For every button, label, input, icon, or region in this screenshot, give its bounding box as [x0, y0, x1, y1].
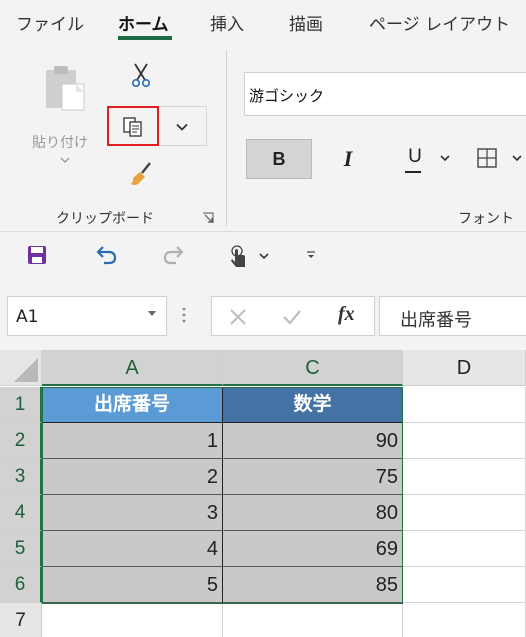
chevron-down-icon[interactable] [60, 156, 70, 164]
italic-button[interactable]: I [336, 146, 360, 172]
cell-d5[interactable] [403, 531, 526, 567]
row-header-1[interactable]: 1 [0, 387, 42, 423]
cell-a3[interactable]: 2 [42, 459, 223, 495]
row-header-2[interactable]: 2 [0, 423, 42, 459]
cell-c1[interactable]: 数学 [223, 387, 403, 423]
resize-handle-icon[interactable] [182, 307, 186, 323]
quick-access-toolbar [0, 232, 526, 280]
ribbon-tabs: ファイル ホーム 挿入 描画 ページ レイアウト [0, 0, 526, 42]
paste-button[interactable] [26, 60, 106, 200]
copy-icon [123, 117, 142, 137]
cell-a2[interactable]: 1 [42, 423, 223, 459]
chevron-down-icon[interactable] [512, 154, 522, 162]
insert-function-button[interactable]: fx [338, 303, 355, 326]
formula-buttons: fx [211, 296, 375, 336]
column-header-d[interactable]: D [403, 350, 526, 386]
cell-d3[interactable] [403, 459, 526, 495]
cell-c7[interactable] [223, 603, 403, 637]
save-icon[interactable] [26, 244, 48, 266]
cell-a1[interactable]: 出席番号 [42, 387, 223, 423]
tab-draw[interactable]: 描画 [289, 10, 323, 35]
cell-d2[interactable] [403, 423, 526, 459]
tab-insert[interactable]: 挿入 [210, 10, 244, 35]
clipboard-group-label: クリップボード [56, 211, 154, 227]
font-group-label: フォント [458, 211, 514, 227]
column-header-a[interactable]: A [42, 350, 223, 386]
row-header-3[interactable]: 3 [0, 459, 42, 495]
cell-d4[interactable] [403, 495, 526, 531]
clipboard-icon [46, 66, 85, 111]
formula-bar: A1 fx 出席番号 [0, 280, 526, 350]
row-header-5[interactable]: 5 [0, 531, 42, 567]
copy-button[interactable] [107, 106, 159, 146]
cut-button[interactable] [128, 62, 154, 88]
cell-d7[interactable] [403, 603, 526, 637]
name-box[interactable]: A1 [7, 296, 167, 336]
paintbrush-icon [131, 162, 151, 185]
formula-value: 出席番号 [400, 310, 472, 331]
cell-c5[interactable]: 69 [223, 531, 403, 567]
cell-c6[interactable]: 85 [223, 567, 403, 603]
format-painter-button[interactable] [128, 160, 156, 188]
row-header-7[interactable]: 7 [0, 603, 42, 637]
column-header-c[interactable]: C [223, 350, 403, 386]
formula-input[interactable]: 出席番号 [379, 296, 526, 336]
chevron-down-icon[interactable] [259, 252, 269, 260]
ribbon: 貼り付け クリップボード 游ゴシック B I U フォント [0, 42, 526, 232]
copy-options-dropdown[interactable] [159, 106, 207, 146]
customize-icon[interactable] [306, 250, 316, 260]
spreadsheet-grid: A C D 1 2 3 4 5 6 7 出席番号 数学 1 90 2 75 3 … [0, 350, 526, 637]
scissors-icon [132, 63, 151, 87]
touch-mode-icon[interactable] [228, 244, 250, 268]
cancel-icon[interactable] [229, 308, 247, 326]
cell-c4[interactable]: 80 [223, 495, 403, 531]
cell-a5[interactable]: 4 [42, 531, 223, 567]
tab-file[interactable]: ファイル [16, 10, 84, 35]
tab-home[interactable]: ホーム [118, 10, 169, 35]
enter-check-icon[interactable] [282, 308, 302, 326]
row-header-4[interactable]: 4 [0, 495, 42, 531]
dialog-launcher-icon[interactable] [202, 212, 214, 224]
cell-d6[interactable] [403, 567, 526, 603]
redo-icon[interactable] [162, 244, 186, 266]
chevron-down-icon [176, 123, 188, 131]
cell-a4[interactable]: 3 [42, 495, 223, 531]
row-header-6[interactable]: 6 [0, 567, 42, 603]
cell-a6[interactable]: 5 [42, 567, 223, 603]
name-box-value: A1 [16, 307, 39, 327]
cell-c2[interactable]: 90 [223, 423, 403, 459]
underline-button[interactable]: U [404, 146, 426, 172]
bold-button[interactable]: B [246, 139, 312, 179]
paste-label: 貼り付け [32, 135, 88, 151]
group-divider [226, 50, 227, 226]
chevron-down-icon[interactable] [440, 154, 450, 162]
cell-c3[interactable]: 75 [223, 459, 403, 495]
underline-bar [405, 171, 421, 173]
undo-icon[interactable] [94, 244, 118, 266]
tab-page-layout[interactable]: ページ レイアウト [369, 10, 510, 35]
cell-a7[interactable] [42, 603, 223, 637]
font-name-input[interactable]: 游ゴシック [244, 72, 526, 116]
select-all-button[interactable] [0, 350, 42, 386]
font-name-value: 游ゴシック [249, 87, 325, 105]
active-tab-indicator [118, 36, 172, 40]
borders-icon[interactable] [477, 148, 497, 168]
cell-d1[interactable] [403, 387, 526, 423]
caret-down-icon[interactable] [148, 311, 156, 317]
select-all-triangle-icon [14, 358, 38, 382]
